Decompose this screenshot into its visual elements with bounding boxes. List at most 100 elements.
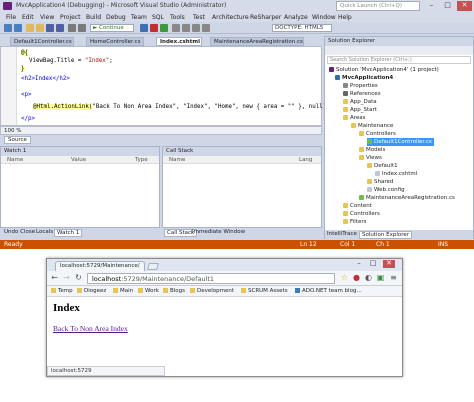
bookmark-diogeez[interactable]: Diogeez — [77, 288, 106, 294]
watch-panel-title: Watch 1 — [1, 147, 159, 156]
col-name[interactable]: Name — [7, 157, 23, 163]
tab-index-cshtml[interactable]: Index.cshtml — [156, 37, 202, 46]
forward-arrow-icon[interactable]: → — [62, 274, 71, 283]
menu-project[interactable]: Project — [60, 14, 81, 21]
tree-item-area-registration[interactable]: MaintenanceAreaRegistration.cs — [359, 194, 455, 202]
menu-resharper[interactable]: ReSharper — [250, 14, 281, 21]
forward-icon[interactable] — [14, 24, 22, 32]
undo-icon[interactable] — [68, 24, 76, 32]
tab-locals[interactable]: Locals — [36, 229, 53, 235]
save-icon[interactable] — [46, 24, 54, 32]
step-over-icon[interactable] — [192, 24, 200, 32]
bookmark-star-icon[interactable]: ☆ — [340, 274, 349, 283]
menu-build[interactable]: Build — [86, 14, 101, 21]
new-project-icon[interactable] — [26, 24, 34, 32]
tab-immediate-window[interactable]: Immediate Window — [192, 229, 245, 235]
source-view-tab[interactable]: Source — [4, 136, 31, 144]
solution-explorer-search[interactable]: Search Solution Explorer (Ctrl+;) — [327, 56, 471, 64]
tree-item-shared[interactable]: Shared — [367, 178, 393, 186]
open-icon[interactable] — [36, 24, 44, 32]
extension-icon[interactable]: ● — [352, 274, 361, 283]
back-icon[interactable] — [4, 24, 12, 32]
step-out-icon[interactable] — [202, 24, 210, 32]
reload-icon[interactable]: ↻ — [74, 274, 83, 283]
bookmark-work[interactable]: Work — [138, 288, 159, 294]
browser-tab[interactable]: localhost:5729/Maintenance/ — [55, 261, 145, 271]
menu-view[interactable]: View — [40, 14, 54, 21]
menu-test[interactable]: Test — [193, 14, 205, 21]
bookmark-development[interactable]: Development — [190, 288, 234, 294]
browser-minimize-button[interactable]: – — [353, 260, 365, 268]
tree-item-area-controllers[interactable]: Controllers — [359, 130, 396, 138]
tree-item-filters[interactable]: Filters — [343, 218, 367, 226]
browser-maximize-button[interactable]: □ — [367, 260, 379, 268]
menu-help[interactable]: Help — [338, 14, 352, 21]
col-lang[interactable]: Lang — [299, 157, 312, 163]
bookmark-temp[interactable]: Temp — [51, 288, 73, 294]
menu-team[interactable]: Team — [131, 14, 147, 21]
menu-tools[interactable]: Tools — [170, 14, 185, 21]
tree-item-areas[interactable]: Areas — [343, 114, 366, 122]
menu-debug[interactable]: Debug — [106, 14, 126, 21]
extension-icon-3[interactable]: ▣ — [376, 274, 385, 283]
tree-item-controllers[interactable]: Controllers — [343, 210, 380, 218]
tab-homecontroller[interactable]: HomeController.cs — [86, 37, 144, 46]
col-name[interactable]: Name — [169, 157, 185, 163]
break-all-icon[interactable] — [140, 24, 148, 32]
quick-launch-input[interactable]: Quick Launch (Ctrl+Q) — [336, 1, 420, 11]
bookmark-blogs[interactable]: Blogs — [163, 288, 185, 294]
code-editor[interactable]: @{ ViewBag.Title = "Index"; } <h2>Index<… — [0, 46, 326, 126]
bookmark-ado-net-blog[interactable]: ADO.NET team blog... — [295, 288, 362, 294]
restart-icon[interactable] — [160, 24, 168, 32]
csharp-file-icon — [367, 139, 372, 144]
step-into-icon[interactable] — [182, 24, 190, 32]
menu-window[interactable]: Window — [312, 14, 336, 21]
zoom-level[interactable]: 100 % — [0, 126, 322, 135]
minimize-button[interactable]: – — [424, 1, 439, 11]
show-next-statement-icon[interactable] — [172, 24, 180, 32]
tree-item-project[interactable]: MvcApplication4 — [335, 74, 393, 82]
tree-item-app-start[interactable]: App_Start — [343, 106, 377, 114]
tab-watch1[interactable]: Watch 1 — [54, 229, 83, 237]
col-value[interactable]: Value — [71, 157, 86, 163]
tree-item-views[interactable]: Views — [359, 154, 382, 162]
tree-item-content[interactable]: Content — [343, 202, 372, 210]
bookmark-scrum-assets[interactable]: SCRUM Assets — [241, 288, 288, 294]
tab-solution-explorer[interactable]: Solution Explorer — [359, 231, 413, 239]
tree-item-default1controller[interactable]: Default1Controller.cs — [367, 138, 434, 146]
tab-maintenance-area-registration[interactable]: MaintenanceAreaRegistration.cs — [210, 37, 304, 46]
browser-close-button[interactable]: ✕ — [383, 260, 395, 268]
back-arrow-icon[interactable]: ← — [50, 274, 59, 283]
col-type[interactable]: Type — [135, 157, 148, 163]
bookmark-main[interactable]: Main — [113, 288, 133, 294]
new-tab-button[interactable] — [147, 263, 159, 270]
menu-file[interactable]: File — [6, 14, 16, 21]
doctype-dropdown[interactable]: DOCTYPE: HTML5 — [272, 24, 332, 32]
continue-button[interactable]: ► Continue — [90, 24, 134, 32]
tree-item-solution[interactable]: Solution 'MvcApplication4' (1 project) — [329, 66, 439, 74]
tab-intellitrace[interactable]: IntelliTrace — [327, 231, 357, 237]
close-button[interactable]: ✕ — [457, 1, 472, 11]
tab-undo-close[interactable]: Undo Close — [4, 229, 35, 235]
address-bar[interactable]: localhost:5729/Maintenance/Default1 — [87, 273, 335, 284]
redo-icon[interactable] — [78, 24, 86, 32]
extension-icon-2[interactable]: ◐ — [364, 274, 373, 283]
tree-item-web-config[interactable]: Web.config — [367, 186, 405, 194]
back-to-non-area-index-link[interactable]: Back To Non Area Index — [53, 324, 128, 333]
tree-item-default1-folder[interactable]: Default1 — [367, 162, 398, 170]
wrench-menu-icon[interactable]: ≡ — [389, 274, 398, 283]
save-all-icon[interactable] — [56, 24, 64, 32]
tree-item-references[interactable]: References — [343, 90, 381, 98]
tree-item-index-cshtml[interactable]: Index.cshtml — [375, 170, 417, 178]
tree-item-properties[interactable]: Properties — [343, 82, 378, 90]
stop-debugging-icon[interactable] — [150, 24, 158, 32]
maximize-button[interactable]: □ — [440, 1, 455, 11]
menu-architecture[interactable]: Architecture — [212, 14, 249, 21]
tree-item-app-data[interactable]: App_Data — [343, 98, 377, 106]
tree-item-models[interactable]: Models — [359, 146, 385, 154]
tree-item-maintenance[interactable]: Maintenance — [351, 122, 393, 130]
tab-default1controller[interactable]: Default1Controller.cs — [10, 37, 74, 46]
menu-sql[interactable]: SQL — [152, 14, 164, 21]
menu-edit[interactable]: Edit — [22, 14, 34, 21]
menu-analyze[interactable]: Analyze — [284, 14, 308, 21]
